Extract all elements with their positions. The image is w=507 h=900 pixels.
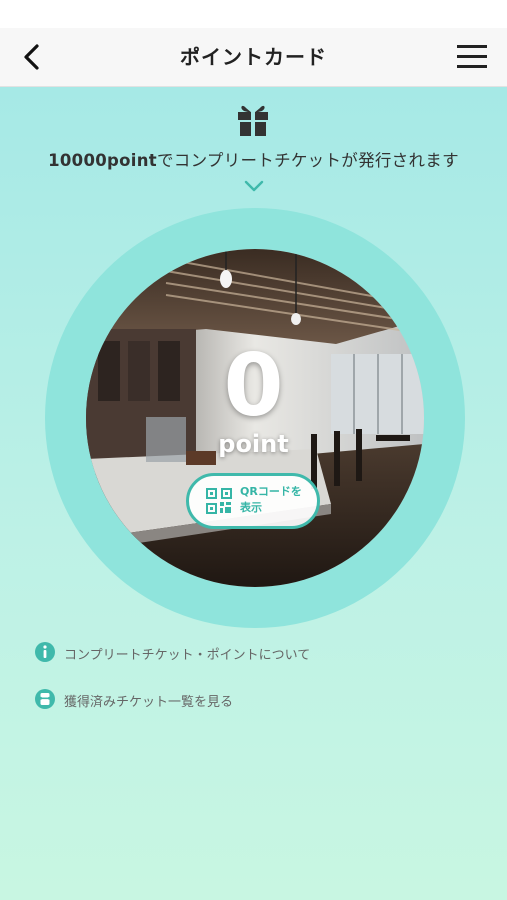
about-tickets-label: コンプリートチケット・ポイントについて (64, 648, 311, 663)
hamburger-menu-icon (457, 45, 487, 68)
gift-icon (238, 105, 268, 136)
about-tickets-link[interactable]: コンプリートチケット・ポイントについて (34, 641, 334, 663)
completion-message-text: でコンプリートチケットが発行されます (156, 151, 459, 170)
qr-code-icon (206, 488, 232, 514)
back-button[interactable] (14, 38, 52, 76)
points-required: 10000point (48, 151, 157, 170)
status-bar (0, 0, 507, 28)
ticket-icon (35, 689, 55, 709)
show-qr-label-line1: QRコードを (240, 485, 302, 498)
point-card-main: 10000pointでコンプリートチケットが発行されます 0 point QRコ… (0, 87, 507, 900)
points-value: 0 (223, 336, 284, 436)
show-qr-button[interactable]: QRコードを 表示 (186, 473, 320, 529)
app-header: ポイントカード (0, 28, 507, 87)
chevron-left-icon (24, 44, 39, 70)
chevron-down-icon (244, 180, 264, 192)
menu-button[interactable] (451, 38, 493, 76)
acquired-tickets-label: 獲得済みチケット一覧を見る (64, 695, 234, 710)
completion-message: 10000pointでコンプリートチケットが発行されます (0, 147, 507, 171)
show-qr-label-line2: 表示 (240, 501, 262, 514)
info-icon (35, 642, 55, 662)
page-title: ポイントカード (180, 45, 327, 69)
acquired-tickets-link[interactable]: 獲得済みチケット一覧を見る (34, 688, 254, 710)
points-unit: point (218, 430, 289, 458)
show-qr-label: QRコードを 表示 (240, 484, 316, 516)
